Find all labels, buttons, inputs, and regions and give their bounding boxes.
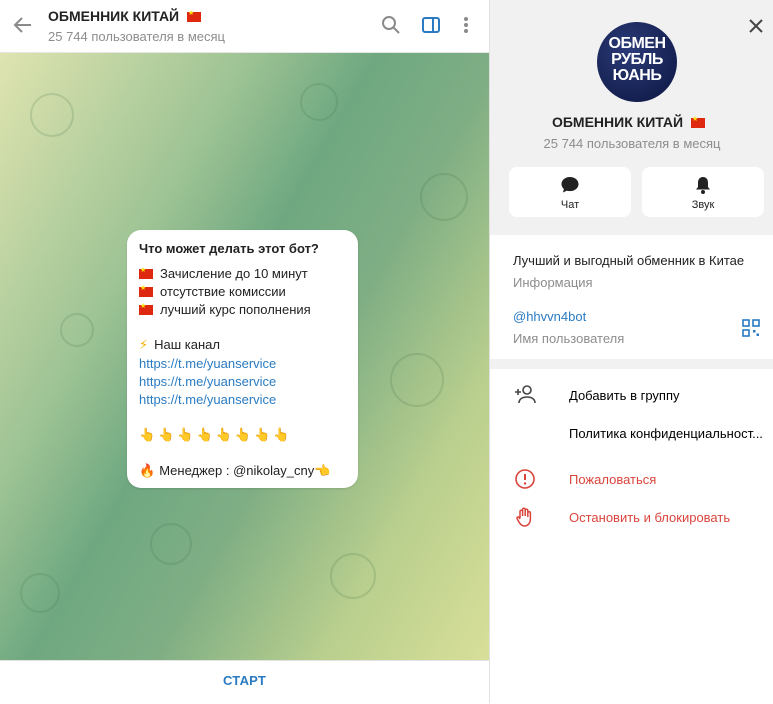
channel-link[interactable]: https://t.me/yuanservice: [139, 392, 276, 407]
search-icon[interactable]: [381, 15, 401, 35]
chat-area: ОБМЕННИК КИТАЙ 25 744 пользователя в мес…: [0, 0, 489, 704]
lightning-icon: ⚡: [139, 337, 149, 352]
avatar[interactable]: ОБМЕН РУБЛЬ ЮАНЬ: [597, 22, 677, 102]
china-flag-icon: [139, 266, 153, 279]
profile-title-text: ОБМЕННИК КИТАЙ: [551, 114, 684, 130]
fire-icon: 🔥: [139, 463, 156, 478]
bell-icon: [696, 177, 710, 194]
pointing-left-icon: 👈: [314, 463, 331, 478]
menu-item-block[interactable]: Остановить и блокировать: [490, 498, 773, 536]
manager-line: 🔥 Менеджер : @nikolay_cny👈: [139, 463, 330, 479]
profile-panel: ОБМЕН РУБЛЬ ЮАНЬ ОБМЕННИК КИТАЙ 25 744 п…: [489, 0, 773, 703]
menu-item-report[interactable]: Пожаловаться: [490, 460, 773, 498]
bubble-heading: Что может делать этот бот?: [139, 241, 319, 256]
manager-text: Менеджер : @nikolay_cny: [159, 463, 315, 478]
channel-link[interactable]: https://t.me/yuanservice: [139, 374, 276, 389]
sound-button-label: Звук: [691, 199, 715, 211]
profile-title: ОБМЕННИК КИТАЙ: [490, 114, 773, 130]
china-flag-icon: [139, 284, 153, 297]
chat-header: ОБМЕННИК КИТАЙ 25 744 пользователя в мес…: [0, 0, 489, 53]
feature-line: отсутствие комиссии: [139, 284, 286, 299]
feature-text: отсутствие комиссии: [160, 284, 286, 299]
hand-stop-icon: [516, 507, 532, 527]
avatar-text: ЮАНЬ: [612, 67, 662, 84]
warning-icon: [515, 469, 535, 489]
chat-title-text: ОБМЕННИК КИТАЙ: [48, 8, 180, 24]
profile-menu: Добавить в группу Политика конфиденциаль…: [490, 369, 773, 703]
back-arrow-icon[interactable]: [12, 14, 34, 36]
bot-description-bubble: Что может делать этот бот? Зачисление до…: [127, 230, 358, 488]
username-label: Имя пользователя: [513, 331, 625, 346]
bottom-bar: СТАРТ: [0, 660, 489, 704]
profile-subtitle: 25 744 пользователя в месяц: [543, 136, 721, 151]
feature-line: Зачисление до 10 минут: [139, 266, 308, 281]
channel-line: ⚡ Наш канал: [139, 337, 220, 353]
feature-line: лучший курс пополнения: [139, 302, 311, 317]
menu-item-label: Пожаловаться: [569, 472, 657, 487]
pointing-hands-icon: 👆👆👆👆👆👆👆👆: [139, 427, 293, 442]
menu-item-label: Добавить в группу: [569, 388, 680, 403]
sidebar-toggle-icon[interactable]: [421, 15, 441, 35]
avatar-text: ОБМЕН: [608, 35, 667, 52]
username-link[interactable]: @hhvvn4bot: [513, 309, 586, 324]
add-user-icon: [515, 385, 536, 404]
menu-item-privacy[interactable]: Политика конфиденциальност...: [490, 414, 773, 452]
description-label: Информация: [513, 275, 593, 290]
china-flag-icon: [139, 302, 153, 315]
qr-code-icon[interactable]: [742, 319, 760, 342]
chat-subtitle: 25 744 пользователя в месяц: [48, 29, 225, 44]
start-button[interactable]: СТАРТ: [0, 673, 489, 688]
description-text: Лучший и выгодный обменник в Китае: [513, 253, 745, 268]
channel-link[interactable]: https://t.me/yuanservice: [139, 356, 276, 371]
close-icon[interactable]: [748, 18, 764, 34]
feature-text: Зачисление до 10 минут: [160, 266, 308, 281]
info-section: Лучший и выгодный обменник в Китае Инфор…: [490, 235, 773, 359]
chat-wallpaper: Что может делать этот бот? Зачисление до…: [0, 53, 489, 660]
sound-button[interactable]: Звук: [642, 167, 764, 217]
china-flag-icon: [691, 115, 705, 128]
feature-text: лучший курс пополнения: [160, 302, 311, 317]
more-options-icon[interactable]: [456, 15, 476, 35]
avatar-text: РУБЛЬ: [611, 51, 663, 68]
chat-button[interactable]: Чат: [509, 167, 631, 217]
menu-item-label: Остановить и блокировать: [569, 510, 731, 525]
chat-button-label: Чат: [560, 199, 580, 211]
channel-label: Наш канал: [154, 337, 220, 352]
chat-title[interactable]: ОБМЕННИК КИТАЙ: [48, 8, 208, 24]
chat-bubble-icon: [561, 177, 579, 193]
menu-item-add-to-group[interactable]: Добавить в группу: [490, 376, 773, 414]
china-flag-icon: [187, 9, 202, 22]
menu-item-label: Политика конфиденциальност...: [569, 426, 763, 441]
